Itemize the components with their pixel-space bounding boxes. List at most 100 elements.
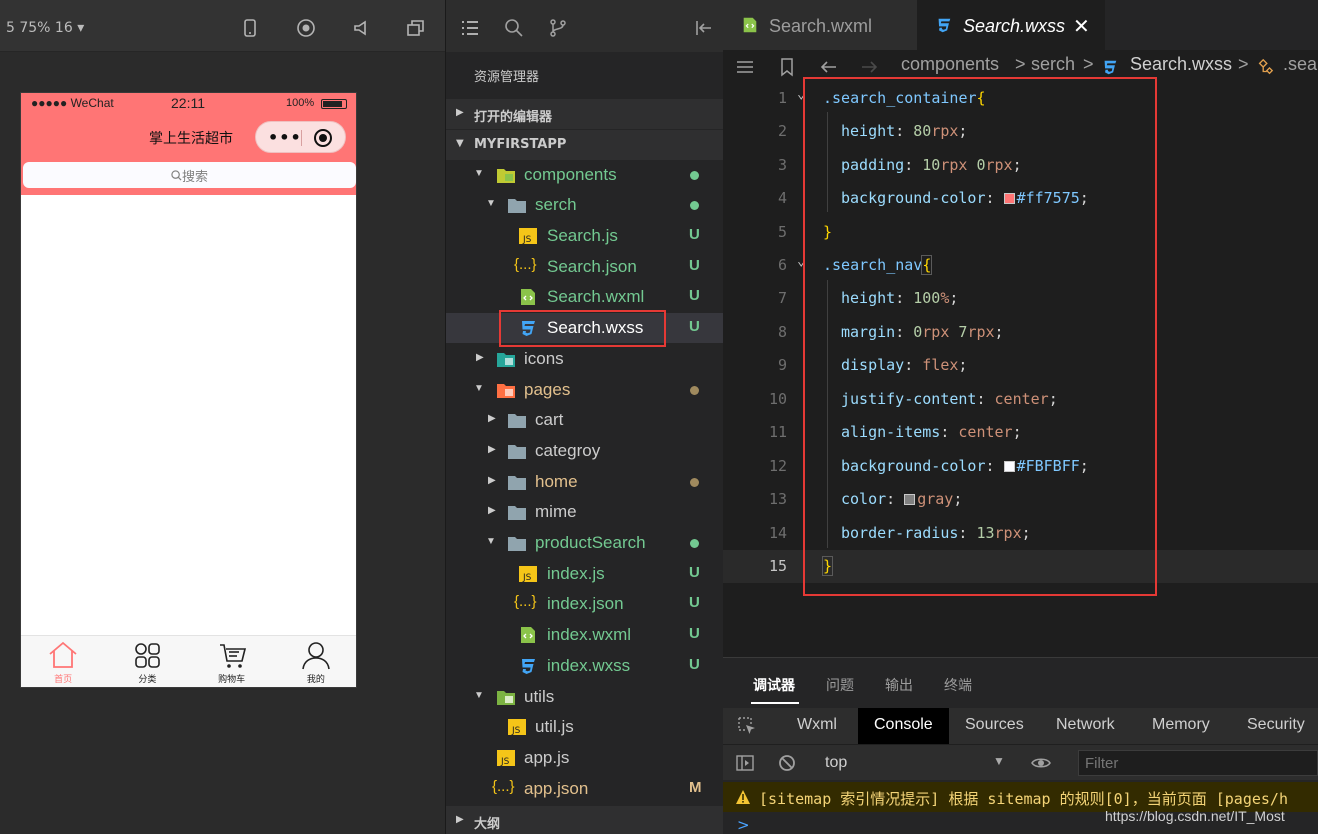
- panel-tab-memory[interactable]: Memory: [1136, 708, 1226, 744]
- breadcrumb-serch[interactable]: serch: [1031, 54, 1075, 75]
- tab-home[interactable]: 首页: [21, 636, 105, 687]
- nav-bar: 掌上生活超市 •••: [21, 115, 356, 157]
- folder-icon: [508, 476, 526, 490]
- wxml-file-icon: [743, 17, 757, 33]
- css-file-icon: [938, 18, 951, 33]
- phone-icon[interactable]: [240, 18, 260, 38]
- breadcrumb-symbol[interactable]: .sea: [1283, 54, 1317, 75]
- devtools-panel: 调试器 问题 输出 终端 Wxml Console Sources Networ…: [723, 657, 1318, 834]
- tree-item-app-json[interactable]: {...} app.json M: [446, 774, 724, 804]
- windows-icon[interactable]: [406, 18, 426, 38]
- panel-tab-security[interactable]: Security: [1231, 708, 1318, 744]
- arrow-right-icon[interactable]: [859, 57, 879, 77]
- tree-item-mime[interactable]: ▶ mime: [446, 497, 724, 527]
- tab-cart[interactable]: 购物车: [190, 636, 274, 687]
- git-badge: U: [689, 625, 700, 642]
- tree-item-cart[interactable]: ▶ cart: [446, 405, 724, 435]
- tab-search-wxss[interactable]: Search.wxss ✕: [917, 0, 1105, 50]
- folder-pages-icon: [497, 384, 515, 398]
- phone-screen: ●●●●● WeChat 22:11 100% 掌上生活超市 ••• 搜索 首页…: [20, 92, 357, 688]
- git-status-dot: [690, 171, 699, 180]
- search-icon[interactable]: [504, 18, 524, 38]
- line-number: 15: [768, 557, 787, 575]
- svg-text:JS: JS: [522, 573, 532, 583]
- git-badge: U: [689, 226, 700, 243]
- home-icon: [49, 641, 77, 668]
- tree-item-index-wxml[interactable]: index.wxml U: [446, 620, 724, 650]
- activity-toolbar: [446, 0, 724, 52]
- tree-item-search-json[interactable]: {...} Search.json U: [446, 252, 724, 282]
- tree-item-productsearch[interactable]: ▼ productSearch: [446, 528, 724, 558]
- tab-terminal[interactable]: 终端: [944, 675, 972, 695]
- breadcrumb-components[interactable]: components: [901, 54, 999, 75]
- context-selector[interactable]: top: [825, 754, 847, 772]
- collapse-panel-icon[interactable]: [694, 18, 714, 38]
- panel-tab-sources[interactable]: Sources: [949, 708, 1040, 744]
- line-number: 13: [768, 490, 787, 508]
- tree-item-search-js[interactable]: JS Search.js U: [446, 221, 724, 251]
- console-filter-input[interactable]: [1078, 750, 1318, 776]
- clear-console-icon[interactable]: [777, 753, 797, 773]
- record-icon[interactable]: [296, 18, 316, 38]
- breadcrumb-file[interactable]: Search.wxss: [1130, 54, 1232, 75]
- close-icon[interactable]: ✕: [1073, 14, 1090, 39]
- tree-item-index-json[interactable]: {...} index.json U: [446, 589, 724, 619]
- list-icon[interactable]: [735, 57, 755, 77]
- console-prompt[interactable]: >: [737, 816, 750, 834]
- chevron-down-icon: ▼: [456, 138, 464, 149]
- line-number: 9: [777, 356, 787, 374]
- tab-category[interactable]: 分类: [105, 636, 189, 687]
- sidebar-toggle-icon[interactable]: [735, 753, 755, 773]
- tree-item-utils[interactable]: ▼ utils: [446, 682, 724, 712]
- search-bar[interactable]: 搜索: [23, 162, 356, 188]
- tree-item-home[interactable]: ▶ home: [446, 467, 724, 497]
- line-number: 4: [777, 189, 787, 207]
- close-miniprogram-icon[interactable]: [314, 129, 332, 147]
- list-icon[interactable]: [460, 18, 480, 38]
- tree-item-components[interactable]: ▼ components: [446, 160, 724, 190]
- inspect-icon[interactable]: [737, 716, 757, 736]
- zoom-selector[interactable]: 5 75% 16 ▾: [6, 20, 84, 36]
- speaker-icon[interactable]: [352, 18, 372, 38]
- tree-label: app.js: [524, 748, 570, 767]
- tree-item-index-wxss[interactable]: index.wxss U: [446, 651, 724, 681]
- tree-item-categroy[interactable]: ▶ categroy: [446, 436, 724, 466]
- tree-item-serch[interactable]: ▼ serch: [446, 190, 724, 220]
- panel-tab-network[interactable]: Network: [1040, 708, 1131, 744]
- line-number: 5: [777, 223, 787, 241]
- line-number: 8: [777, 323, 787, 341]
- tree-item-pages[interactable]: ▼ pages: [446, 375, 724, 405]
- bookmark-icon[interactable]: [777, 57, 797, 77]
- tab-search-wxml[interactable]: Search.wxml: [723, 0, 917, 50]
- git-badge: U: [689, 564, 700, 581]
- tree-item-app-js[interactable]: JS app.js: [446, 743, 724, 773]
- git-status-dot: [690, 386, 699, 395]
- nav-title: 掌上生活超市: [149, 130, 233, 146]
- tree-item-icons[interactable]: ▶ icons: [446, 344, 724, 374]
- tab-problems[interactable]: 问题: [826, 675, 854, 695]
- panel-tab-wxml[interactable]: Wxml: [781, 708, 853, 744]
- chevron-right-icon: ▶: [488, 444, 496, 455]
- more-icon[interactable]: •••: [268, 128, 302, 147]
- tab-mine[interactable]: 我的: [274, 636, 356, 687]
- source-control-icon[interactable]: [548, 18, 568, 38]
- folder-icon: [508, 445, 526, 459]
- git-status-dot: [690, 539, 699, 548]
- tab-output[interactable]: 输出: [885, 675, 913, 695]
- chevron-right-icon: ▶: [476, 352, 484, 363]
- svg-text:JS: JS: [522, 235, 532, 245]
- tree-label: cart: [535, 410, 564, 429]
- outline-section[interactable]: ▶ 大纲: [446, 806, 724, 834]
- tree-item-search-wxml[interactable]: Search.wxml U: [446, 282, 724, 312]
- open-editors-section[interactable]: ▶ 打开的编辑器: [446, 99, 724, 129]
- project-section[interactable]: ▼ MYFIRSTAPP: [446, 130, 724, 160]
- tree-item-index-js[interactable]: JS index.js U: [446, 559, 724, 589]
- panel-tab-console[interactable]: Console: [858, 708, 949, 744]
- tab-debugger[interactable]: 调试器: [753, 675, 795, 695]
- grid-icon: [135, 643, 161, 668]
- chevron-down-icon: ▼: [474, 168, 484, 179]
- dropdown-caret-icon[interactable]: ▼: [993, 754, 1005, 768]
- tree-item-util-js[interactable]: JS util.js: [446, 712, 724, 742]
- eye-icon[interactable]: [1031, 753, 1051, 773]
- arrow-left-icon[interactable]: [819, 57, 839, 77]
